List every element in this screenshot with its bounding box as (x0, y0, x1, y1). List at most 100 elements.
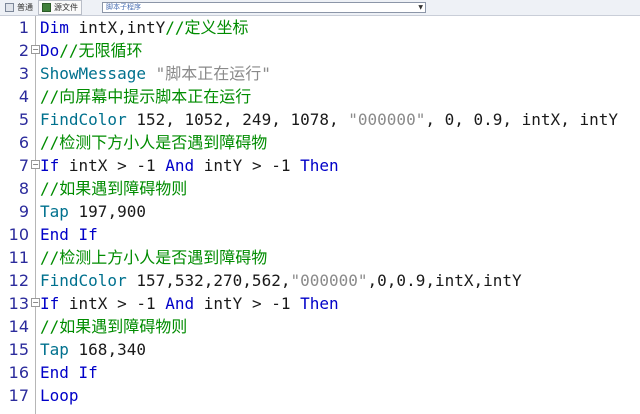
line-number: 1 (18, 18, 29, 37)
line-number: 5 (18, 110, 29, 129)
code-token: intX > -1 (59, 294, 166, 313)
tab-source[interactable]: 源文件 (38, 0, 82, 15)
tab-source-label: 源文件 (54, 3, 78, 12)
code-token: , 0, 0.9, intX, intY (425, 110, 618, 129)
code-token: ,0,0.9,intX,intY (367, 271, 522, 290)
line-number: 14 (8, 317, 29, 336)
tab-normal[interactable]: 普通 (1, 0, 37, 15)
code-text: //检测下方小人是否遇到障碍物 (40, 131, 267, 154)
tab-normal-label: 普通 (17, 3, 33, 12)
line-number: 9 (18, 202, 29, 221)
code-line[interactable]: 15 Tap 168,340 (0, 338, 640, 361)
code-line[interactable]: 8 //如果遇到障碍物则 (0, 177, 640, 200)
code-line[interactable]: 7− If intX > -1 And intY > -1 Then (0, 154, 640, 177)
code-token: Then (300, 294, 339, 313)
code-token: intY > -1 (194, 294, 301, 313)
code-text: //检测上方小人是否遇到障碍物 (40, 246, 267, 269)
code-text: Dim intX,intY//定义坐标 (40, 16, 249, 39)
code-token: intX > -1 (59, 156, 166, 175)
line-number: 11 (8, 248, 29, 267)
code-token: //如果遇到障碍物则 (40, 317, 188, 336)
code-text: Loop (40, 384, 79, 407)
line-number: 12 (8, 271, 29, 290)
code-token: FindColor (40, 110, 127, 129)
code-token: End If (40, 225, 98, 244)
code-text: End If (40, 223, 98, 246)
code-token: "000000" (348, 110, 426, 129)
code-text: End If (40, 361, 98, 384)
code-line[interactable]: 9 Tap 197,900 (0, 200, 640, 223)
code-token: End If (40, 363, 98, 382)
code-text: //向屏幕中提示脚本正在运行 (40, 85, 251, 108)
code-token: And (165, 156, 195, 175)
normal-view-icon (5, 3, 14, 12)
code-text: //如果遇到障碍物则 (40, 177, 187, 200)
code-token: 152, 1052, 249, 1078, (126, 110, 349, 129)
code-token: ShowMessage (40, 64, 146, 83)
code-token: "000000" (290, 271, 368, 290)
code-text: Tap 197,900 (40, 200, 146, 223)
code-line[interactable]: 10 End If (0, 223, 640, 246)
subroutine-select[interactable]: 脚本子程序 ▼ (102, 2, 426, 13)
fold-toggle-icon[interactable]: − (31, 45, 40, 54)
code-line[interactable]: 5 FindColor 152, 1052, 249, 1078, "000000… (0, 108, 640, 131)
code-token: Loop (40, 386, 79, 405)
code-text: //如果遇到障碍物则 (40, 315, 187, 338)
code-line[interactable]: 16 End If (0, 361, 640, 384)
code-line[interactable]: 12 FindColor 157,532,270,562,"000000",0,0… (0, 269, 640, 292)
code-token: //向屏幕中提示脚本正在运行 (40, 87, 252, 106)
editor-toolbar: 普通 源文件 脚本子程序 ▼ (0, 0, 640, 16)
code-token: Tap (40, 340, 69, 359)
line-number: 4 (18, 87, 29, 106)
code-token: //检测下方小人是否遇到障碍物 (40, 133, 268, 152)
code-line[interactable]: 3 ShowMessage "脚本正在运行" (0, 62, 640, 85)
code-text: Do//无限循环 (40, 39, 143, 62)
source-file-icon (42, 3, 51, 12)
dropdown-arrow-icon[interactable]: ▼ (418, 3, 423, 12)
code-token: Dim (40, 18, 69, 37)
code-token: 197,900 (68, 202, 146, 221)
code-line[interactable]: 6 //检测下方小人是否遇到障碍物 (0, 131, 640, 154)
line-number: 2 (18, 41, 29, 60)
code-token: 168,340 (68, 340, 146, 359)
code-token: //定义坐标 (165, 18, 249, 37)
fold-toggle-icon[interactable]: − (31, 160, 40, 169)
code-token: If (40, 294, 60, 313)
code-token: intY > -1 (194, 156, 301, 175)
code-text: ShowMessage "脚本正在运行" (40, 62, 271, 85)
code-line[interactable]: 13− If intX > -1 And intY > -1 Then (0, 292, 640, 315)
code-token: FindColor (40, 271, 127, 290)
code-token: "脚本正在运行" (155, 64, 271, 83)
fold-toggle-icon[interactable]: − (31, 298, 40, 307)
line-number: 3 (18, 64, 29, 83)
code-line[interactable]: 17 Loop (0, 384, 640, 407)
code-line[interactable]: 2− Do//无限循环 (0, 39, 640, 62)
code-token: Tap (40, 202, 69, 221)
line-number: 17 (8, 386, 29, 405)
code-token: And (165, 294, 195, 313)
code-text: FindColor 157,532,270,562,"000000",0,0.9… (40, 269, 522, 292)
line-number: 8 (18, 179, 29, 198)
code-text: If intX > -1 And intY > -1 Then (40, 292, 339, 315)
code-line[interactable]: 4 //向屏幕中提示脚本正在运行 (0, 85, 640, 108)
line-number: 7 (18, 156, 29, 175)
code-token: //如果遇到障碍物则 (40, 179, 188, 198)
code-token: If (40, 156, 60, 175)
code-line[interactable]: 1 Dim intX,intY//定义坐标 (0, 16, 640, 39)
code-text: Tap 168,340 (40, 338, 146, 361)
code-token: Then (300, 156, 339, 175)
code-line[interactable]: 14 //如果遇到障碍物则 (0, 315, 640, 338)
code-editor[interactable]: 1 Dim intX,intY//定义坐标 2− Do//无限循环 3 ShowMessa… (0, 16, 640, 414)
line-number: 16 (8, 363, 29, 382)
code-line[interactable]: 11 //检测上方小人是否遇到障碍物 (0, 246, 640, 269)
code-token: 157,532,270,562, (126, 271, 291, 290)
line-number: 6 (18, 133, 29, 152)
code-text: FindColor 152, 1052, 249, 1078, "000000"… (40, 108, 618, 131)
code-token: //检测上方小人是否遇到障碍物 (40, 248, 268, 267)
code-text: If intX > -1 And intY > -1 Then (40, 154, 339, 177)
subroutine-select-value: 脚本子程序 (106, 3, 141, 11)
code-token: intX,intY (68, 18, 166, 37)
code-token: Do (40, 41, 60, 60)
line-number: 13 (8, 294, 29, 313)
